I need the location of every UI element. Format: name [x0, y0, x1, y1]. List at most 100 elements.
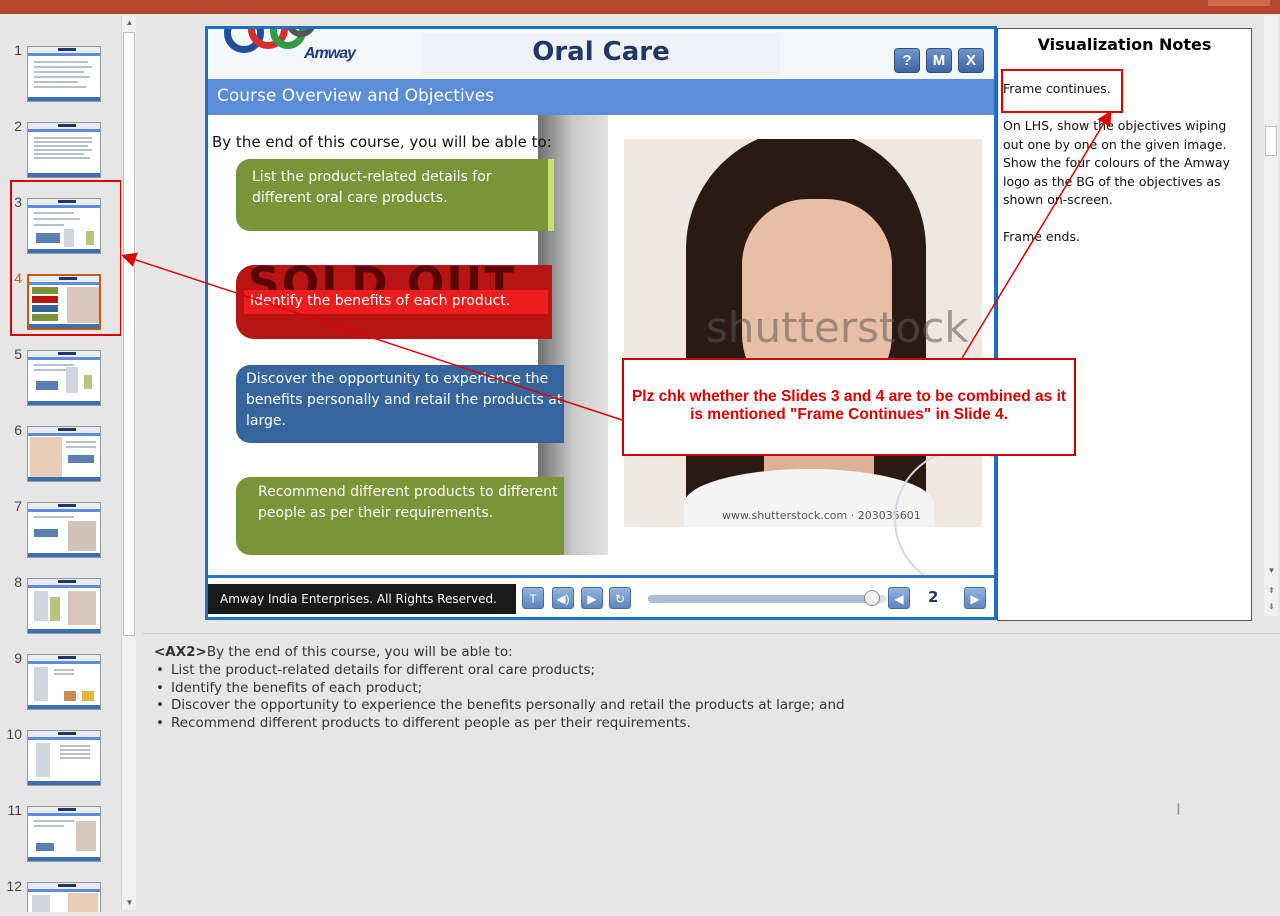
thumbnail-content: [64, 691, 76, 701]
thumbnail-content: [66, 446, 96, 448]
thumbnail-content: [34, 71, 84, 73]
thumbnail-preview[interactable]: [27, 578, 101, 634]
thumbnail-preview[interactable]: [27, 502, 101, 558]
objective-1-edge: [548, 159, 554, 231]
play-button[interactable]: ▶: [581, 587, 603, 609]
thumbnail-content: [34, 364, 74, 366]
thumbnail-content: [34, 149, 92, 151]
thumbnail-preview[interactable]: [27, 730, 101, 786]
objective-1: List the product-related details for dif…: [236, 159, 554, 231]
slide-thumbnail-6[interactable]: 6: [0, 422, 120, 492]
next-slide-icon[interactable]: ⇟: [1264, 600, 1279, 614]
status-bar: [0, 912, 1280, 916]
thumbnail-content: [82, 691, 94, 701]
thumbnail-content: [34, 667, 48, 701]
thumbnail-content: [68, 521, 96, 551]
slide-thumbnail-1[interactable]: 1: [0, 42, 120, 112]
slide-thumbnail-11[interactable]: 11: [0, 802, 120, 872]
progress-knob[interactable]: [863, 590, 880, 606]
thumbnail-preview[interactable]: [27, 426, 101, 482]
thumbnail-content: [34, 141, 92, 143]
speaker-notes-tag: <AX2>: [154, 644, 207, 660]
frame-continues-highlight: [1001, 69, 1123, 113]
thumbnail-content: [68, 455, 94, 463]
stock-watermark: shutterstock: [706, 303, 969, 352]
thumbnail-content: [34, 529, 58, 537]
transcript-button[interactable]: T: [522, 587, 544, 609]
progress-fill: [648, 595, 872, 603]
slide-thumbnail-9[interactable]: 9: [0, 650, 120, 720]
menu-button[interactable]: M: [926, 48, 952, 73]
review-comment-box[interactable]: Plz chk whether the Slides 3 and 4 are t…: [622, 358, 1076, 456]
slide-footer: Amway India Enterprises. All Rights Rese…: [208, 575, 994, 617]
objectives-intro: By the end of this course, you will be a…: [212, 133, 552, 151]
thumbnail-content: [36, 381, 58, 390]
progress-slider[interactable]: [648, 590, 886, 606]
objective-1-text: List the product-related details for dif…: [252, 169, 492, 206]
thumbnail-highlight-box: [10, 180, 122, 336]
notes-title: Visualization Notes: [1037, 35, 1212, 54]
thumbnail-number: 1: [14, 42, 22, 58]
thumbnail-content: [54, 673, 74, 675]
previous-slide-icon[interactable]: ⇞: [1264, 584, 1279, 598]
scroll-up-icon[interactable]: ▲: [122, 16, 137, 30]
thumbnail-content: [34, 137, 92, 139]
slide-vertical-scrollbar[interactable]: ▼ ⇞ ⇟: [1264, 16, 1278, 616]
thumbnail-number: 12: [6, 878, 22, 894]
scroll-down-icon[interactable]: ▼: [1264, 564, 1279, 578]
thumbnail-content: [68, 591, 96, 625]
help-button[interactable]: ?: [894, 48, 920, 73]
thumbnail-content: [30, 437, 62, 477]
thumbnail-preview[interactable]: [27, 46, 101, 102]
thumbnail-scrollbar[interactable]: ▲ ▼: [121, 16, 136, 910]
thumbnail-content: [34, 76, 90, 78]
thumbnail-content: [36, 743, 50, 777]
speaker-notes-pane[interactable]: <AX2>By the end of this course, you will…: [142, 633, 1280, 912]
slide-thumbnail-5[interactable]: 5: [0, 346, 120, 416]
thumbnail-content: [34, 153, 84, 155]
thumbnail-preview[interactable]: [27, 350, 101, 406]
replay-button[interactable]: ↻: [609, 587, 631, 609]
speaker-notes-bullet: List the product-related details for dif…: [154, 662, 1254, 680]
slide-thumbnail-12[interactable]: 12: [0, 878, 120, 912]
thumbnail-content: [60, 749, 90, 751]
audio-button[interactable]: ◀): [552, 587, 574, 609]
thumbnail-number: 7: [14, 498, 22, 514]
section-bar: Course Overview and Objectives: [208, 79, 994, 115]
thumbnail-content: [34, 86, 86, 88]
slide-canvas[interactable]: Amway Oral Care ? M X Course Overview an…: [205, 26, 997, 620]
thumbnail-content: [84, 375, 92, 389]
thumbnail-content: [34, 145, 88, 147]
thumbnail-content: [34, 820, 74, 822]
thumbnail-number: 9: [14, 650, 22, 666]
next-page-button[interactable]: ▶: [964, 587, 986, 609]
scroll-down-icon[interactable]: ▼: [122, 896, 137, 910]
slide-thumbnail-7[interactable]: 7: [0, 498, 120, 568]
objective-2-text: Identify the benefits of each product.: [244, 290, 548, 314]
thumbnail-number: 2: [14, 118, 22, 134]
slide-thumbnail-10[interactable]: 10: [0, 726, 120, 796]
thumbnail-content: [34, 66, 92, 68]
slide-thumbnail-2[interactable]: 2: [0, 118, 120, 188]
text-cursor-icon: I: [1176, 800, 1181, 819]
thumbnail-content: [34, 591, 48, 621]
thumbnail-number: 5: [14, 346, 22, 362]
thumbnail-preview[interactable]: [27, 806, 101, 862]
visualization-notes-panel[interactable]: Visualization Notes Frame continues. On …: [997, 28, 1252, 621]
speaker-notes-bullet: Recommend different products to differen…: [154, 715, 1254, 733]
thumbnail-content: [66, 441, 96, 443]
thumbnail-preview[interactable]: [27, 654, 101, 710]
slide-header: Amway Oral Care ? M X: [208, 29, 994, 79]
close-button[interactable]: X: [958, 48, 984, 73]
thumbnail-content: [34, 61, 88, 63]
thumbnail-preview[interactable]: [27, 122, 101, 178]
vertical-scroll-thumb[interactable]: [1265, 126, 1277, 156]
slide-thumbnail-8[interactable]: 8: [0, 574, 120, 644]
slide-title: Oral Care: [532, 37, 670, 67]
thumbnail-content: [60, 757, 90, 759]
speaker-notes-text[interactable]: <AX2>By the end of this course, you will…: [154, 644, 1254, 733]
thumbnail-scroll-thumb[interactable]: [123, 32, 135, 636]
review-comment-text: Plz chk whether the Slides 3 and 4 are t…: [631, 388, 1067, 423]
previous-page-button[interactable]: ◀: [888, 587, 910, 609]
thumbnail-preview[interactable]: [27, 882, 101, 912]
